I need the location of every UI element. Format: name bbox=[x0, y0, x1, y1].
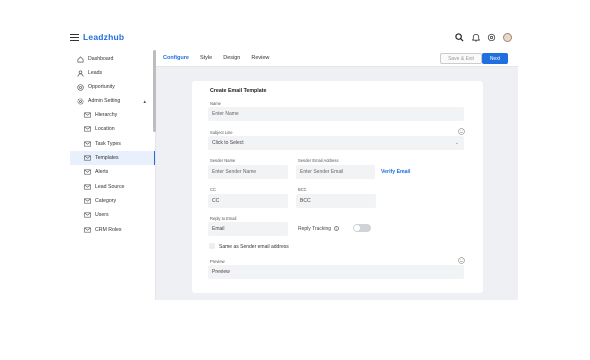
mail-icon bbox=[83, 154, 91, 162]
name-input[interactable]: Enter Name bbox=[208, 107, 464, 121]
sidebar-subitem-hierarchy[interactable]: Hierarchy bbox=[70, 108, 155, 122]
sidebar-subitem-location[interactable]: Location bbox=[70, 122, 155, 136]
sidebar-subitem-label: Lead Source bbox=[95, 183, 125, 190]
sidebar-item-label: Opportunity bbox=[88, 84, 115, 90]
form-title: Create Email Template bbox=[210, 88, 267, 94]
home-icon bbox=[76, 55, 84, 63]
sidebar-item-opportunity[interactable]: Opportunity bbox=[70, 80, 155, 94]
bell-icon[interactable] bbox=[471, 33, 480, 42]
verify-email-link[interactable]: Verify Email bbox=[381, 169, 410, 175]
sender-email-input[interactable]: Enter Sender Email bbox=[296, 165, 375, 179]
info-icon[interactable]: i bbox=[334, 226, 339, 231]
opportunity-icon bbox=[76, 83, 84, 91]
bcc-input[interactable]: BCC bbox=[296, 194, 376, 208]
preview-input[interactable]: Preview bbox=[208, 265, 464, 279]
same-as-sender-checkbox[interactable] bbox=[209, 243, 215, 249]
app-logo: Leadzhub bbox=[83, 32, 125, 42]
tab-review[interactable]: Review bbox=[251, 50, 269, 67]
name-label: Name bbox=[210, 101, 221, 106]
sender-name-input[interactable]: Enter Sender Name bbox=[208, 165, 288, 179]
tab-design[interactable]: Design bbox=[223, 50, 240, 67]
preview-label: Preview bbox=[210, 259, 225, 264]
next-button[interactable]: Next bbox=[482, 53, 508, 64]
sidebar-item-label: Admin Setting bbox=[88, 98, 121, 104]
tab-bar: Configure Style Design Review Save & Exi… bbox=[156, 50, 518, 67]
search-icon[interactable] bbox=[455, 32, 464, 42]
toggle-knob bbox=[354, 225, 360, 231]
reply-tracking-toggle[interactable] bbox=[353, 224, 371, 232]
mail-icon bbox=[83, 226, 91, 234]
mail-icon bbox=[83, 211, 91, 219]
gear-icon bbox=[76, 97, 84, 105]
sidebar-subitem-label: Alerts bbox=[95, 169, 109, 176]
mail-icon bbox=[83, 183, 91, 191]
reply-tracking-label: Reply Tracking bbox=[298, 226, 332, 232]
emoji-icon[interactable] bbox=[458, 128, 465, 135]
mail-icon bbox=[83, 197, 91, 205]
menu-icon[interactable] bbox=[70, 33, 79, 41]
mail-icon bbox=[83, 168, 91, 176]
cc-label: CC bbox=[210, 187, 216, 192]
avatar[interactable] bbox=[503, 32, 512, 42]
bcc-label: BCC bbox=[298, 187, 307, 192]
sidebar-subitem-crm-roles[interactable]: CRM Roles bbox=[70, 222, 155, 236]
sidebar-item-label: Dashboard bbox=[88, 56, 114, 62]
sidebar-subitem-label: Location bbox=[95, 126, 115, 133]
sidebar-subitem-alerts[interactable]: Alerts bbox=[70, 165, 155, 179]
sender-email-label: Sender Email Address bbox=[298, 158, 339, 163]
sidebar-subitem-category[interactable]: Category bbox=[70, 194, 155, 208]
save-exit-button[interactable]: Save & Exit bbox=[440, 53, 482, 64]
email-template-form: Create Email Template Name Enter Name Su… bbox=[192, 81, 483, 293]
cc-input[interactable]: CC bbox=[208, 194, 288, 208]
subject-select[interactable]: Click to Select ⌄ bbox=[208, 136, 464, 150]
sidebar-subitem-label: Task Types bbox=[95, 140, 121, 147]
sidebar-subitem-templates[interactable]: Templates bbox=[70, 150, 155, 166]
chevron-down-icon: ⌄ bbox=[454, 140, 459, 146]
mail-icon bbox=[83, 111, 91, 119]
sidebar-item-label: Leads bbox=[88, 70, 103, 76]
sidebar-item-leads[interactable]: Leads bbox=[70, 66, 155, 80]
sidebar-subitem-label: CRM Roles bbox=[95, 226, 122, 233]
subject-select-value: Click to Select bbox=[212, 140, 244, 146]
subject-label: Subject Line bbox=[210, 130, 233, 135]
main-content: Configure Style Design Review Save & Exi… bbox=[156, 50, 518, 300]
sidebar-subitem-task-types[interactable]: Task Types bbox=[70, 137, 155, 151]
sender-name-label: Sender Name bbox=[210, 158, 236, 163]
sidebar-subitem-lead-source[interactable]: Lead Source bbox=[70, 179, 155, 193]
mail-icon bbox=[83, 125, 91, 133]
chevron-up-icon[interactable]: ▲ bbox=[143, 99, 147, 104]
settings-icon[interactable] bbox=[487, 33, 496, 42]
sidebar-subitem-label: Templates bbox=[95, 155, 119, 162]
user-icon bbox=[76, 69, 84, 77]
reply-to-label: Reply to Email bbox=[210, 216, 237, 221]
sidebar-subitem-label: Hierarchy bbox=[95, 112, 118, 119]
reply-to-input[interactable]: Email bbox=[208, 222, 288, 236]
sidebar-subitem-label: Users bbox=[95, 212, 109, 219]
tab-style[interactable]: Style bbox=[200, 50, 212, 67]
same-as-sender-label: Same as Sender email address bbox=[219, 244, 289, 250]
emoji-icon[interactable] bbox=[458, 257, 465, 264]
tab-configure[interactable]: Configure bbox=[163, 50, 189, 67]
sidebar-item-dashboard[interactable]: Dashboard bbox=[70, 52, 155, 66]
sidebar-subitem-users[interactable]: Users bbox=[70, 208, 155, 222]
sidebar-item-admin-setting[interactable]: Admin Setting ▲ bbox=[70, 94, 155, 108]
mail-icon bbox=[83, 140, 91, 148]
sidebar-subitem-label: Category bbox=[95, 197, 117, 204]
top-bar: Leadzhub bbox=[70, 26, 518, 48]
sidebar: Dashboard Leads Opportunity Admin Settin… bbox=[70, 50, 156, 300]
